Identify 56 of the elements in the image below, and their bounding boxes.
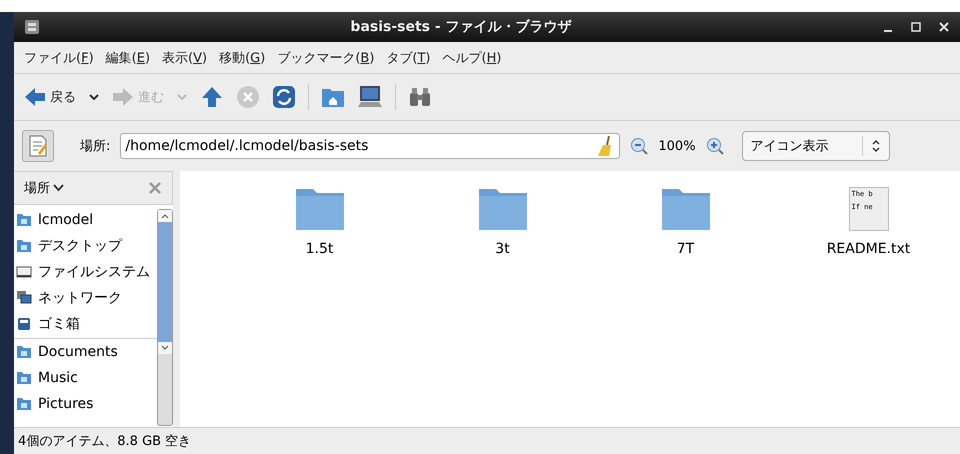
zoom-in-icon[interactable]	[706, 137, 724, 155]
zoom-level: 100%	[658, 138, 696, 154]
menu-item[interactable]: 表示(V)	[162, 48, 208, 66]
scroll-down-icon[interactable]	[160, 345, 169, 351]
sidebar-item[interactable]: ネットワーク	[14, 285, 157, 311]
drive-icon	[16, 264, 32, 280]
menu-item[interactable]: ファイル(F)	[24, 48, 94, 66]
sidebar-item[interactable]: Music	[14, 365, 157, 391]
edit-location-button[interactable]	[22, 130, 54, 162]
home-folder-icon[interactable]	[321, 86, 345, 108]
menu-item[interactable]: ブックマーク(B)	[277, 48, 374, 66]
network-icon	[16, 290, 32, 306]
menu-item[interactable]: 移動(G)	[219, 48, 266, 66]
folder-icon	[16, 370, 32, 386]
refresh-icon[interactable]	[272, 85, 296, 109]
broom-icon[interactable]	[597, 136, 614, 156]
sidebar-title-dropdown[interactable]: 場所	[24, 179, 64, 197]
menu-item[interactable]: ヘルプ(H)	[442, 48, 502, 66]
forward-arrow-icon	[112, 87, 134, 107]
caret-icon	[53, 184, 64, 192]
folder-icon	[478, 187, 528, 231]
dropdown-caret-icon[interactable]	[88, 93, 100, 101]
file-item[interactable]: 1.5t	[228, 187, 411, 257]
back-arrow-icon	[24, 87, 46, 107]
folder-icon	[16, 396, 32, 412]
sidebar-item[interactable]: ファイルシステム	[14, 259, 157, 285]
binoculars-icon[interactable]	[408, 86, 432, 108]
sidebar-item[interactable]: lcmodel	[14, 207, 157, 233]
file-item[interactable]: 7T	[594, 187, 777, 257]
sidebar-item[interactable]: Pictures	[14, 391, 157, 417]
window-menu-icon[interactable]	[24, 19, 40, 35]
scrollbar[interactable]	[156, 209, 173, 426]
maximize-icon[interactable]	[910, 21, 922, 33]
folder-icon	[660, 187, 710, 231]
edit-pencil-icon	[28, 135, 48, 157]
folder-icon	[16, 238, 32, 254]
scroll-up-icon[interactable]	[160, 213, 169, 219]
status-text: 4個のアイテム、8.8 GB 空き	[18, 433, 192, 450]
folder-icon	[16, 212, 32, 228]
location-field[interactable]: /home/lcmodel/.lcmodel/basis-sets	[120, 133, 620, 159]
up-down-caret-icon	[870, 139, 881, 153]
back-button[interactable]: 戻る	[24, 87, 76, 107]
menu-item[interactable]: 編集(E)	[106, 48, 150, 66]
folder-icon	[294, 187, 344, 231]
sidebar-item[interactable]: ゴミ箱	[14, 311, 157, 337]
folder-icon	[16, 344, 32, 360]
window-title: basis-sets - ファイル・ブラウザ	[349, 18, 573, 36]
zoom-out-icon[interactable]	[630, 137, 648, 155]
view-mode-dropdown[interactable]: アイコン表示	[742, 131, 890, 161]
menu-item[interactable]: タブ(T)	[386, 48, 430, 66]
sidebar-item[interactable]: Documents	[14, 338, 157, 365]
location-label: 場所:	[80, 138, 110, 155]
sidebar-item[interactable]: デスクトップ	[14, 233, 157, 259]
up-arrow-icon[interactable]	[200, 85, 224, 109]
file-item[interactable]: 3t	[411, 187, 594, 257]
computer-icon[interactable]	[357, 85, 383, 109]
